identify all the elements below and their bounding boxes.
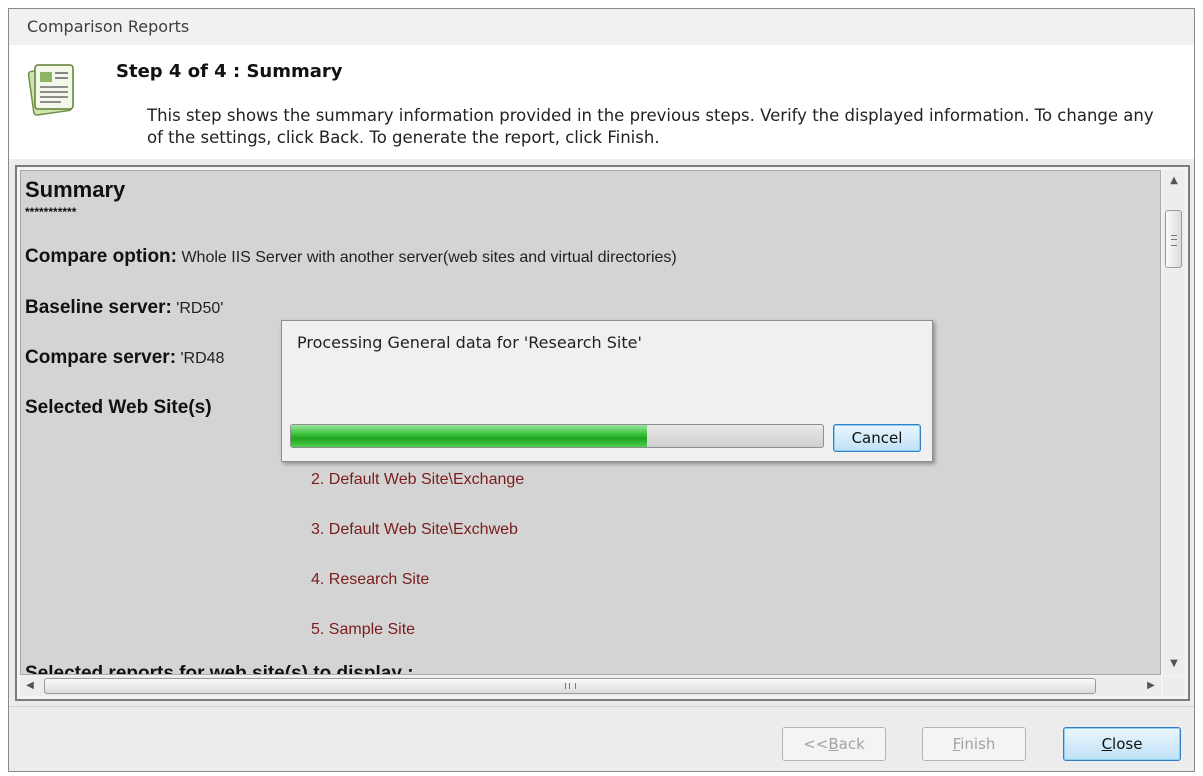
selected-reports-label: Selected reports for web site(s) to disp… — [25, 663, 414, 675]
compare-option-label: Compare option: — [25, 246, 177, 267]
baseline-server-label: Baseline server: — [25, 297, 172, 318]
progress-bar — [290, 424, 824, 448]
compare-option-row: Compare option: Whole IIS Server with an… — [25, 246, 677, 268]
close-button-accelerator: C — [1101, 735, 1113, 753]
site-list-item: 2. Default Web Site\Exchange — [311, 471, 525, 488]
report-document-icon — [27, 64, 74, 116]
step-title: Step 4 of 4 : Summary — [116, 61, 343, 82]
wizard-header: Step 4 of 4 : Summary This step shows th… — [9, 45, 1194, 159]
site-list-item: 5. Sample Site — [311, 621, 416, 638]
vertical-scroll-thumb[interactable] — [1165, 210, 1182, 268]
scrollbar-corner — [1163, 676, 1185, 696]
back-button-prefix: << — [803, 735, 829, 753]
scroll-up-arrow-icon[interactable]: ▲ — [1163, 170, 1185, 192]
scroll-left-arrow-icon[interactable]: ◀ — [20, 676, 40, 696]
summary-heading: Summary — [25, 177, 126, 202]
compare-server-label: Compare server: — [25, 347, 177, 368]
scroll-right-arrow-icon[interactable]: ▶ — [1141, 676, 1161, 696]
finish-button[interactable]: Finish — [922, 727, 1026, 761]
back-button[interactable]: <<Back — [782, 727, 886, 761]
close-button-label: lose — [1112, 735, 1143, 753]
site-list-item: 4. Research Site — [311, 571, 430, 588]
compare-server-value: 'RD48 — [180, 350, 225, 367]
baseline-server-row: Baseline server: 'RD50' — [25, 297, 223, 319]
selected-reports-row: Selected reports for web site(s) to disp… — [25, 663, 414, 675]
compare-server-row: Compare server: 'RD48 — [25, 347, 224, 369]
back-button-accelerator: B — [828, 735, 839, 753]
summary-underline: *********** — [25, 205, 77, 219]
horizontal-scrollbar[interactable]: ◀ ▶ — [20, 676, 1161, 696]
cancel-button[interactable]: Cancel — [833, 424, 921, 452]
footer-separator — [9, 706, 1194, 707]
window-title: Comparison Reports — [27, 17, 190, 36]
selected-sites-label: Selected Web Site(s) — [25, 397, 212, 418]
site-list-item: 3. Default Web Site\Exchweb — [311, 521, 518, 538]
step-description: This step shows the summary information … — [147, 106, 1154, 147]
back-button-label: ack — [838, 735, 865, 753]
close-button[interactable]: Close — [1063, 727, 1181, 761]
progress-dialog: Processing General data for 'Research Si… — [281, 320, 933, 462]
progress-message: Processing General data for 'Research Si… — [297, 333, 642, 352]
progress-bar-fill — [291, 425, 648, 447]
horizontal-scroll-thumb[interactable] — [44, 678, 1096, 694]
vertical-scrollbar[interactable]: ▲ ▼ — [1163, 170, 1185, 675]
finish-button-label: inish — [960, 735, 996, 753]
baseline-server-value: 'RD50' — [176, 300, 224, 317]
selected-sites-row: Selected Web Site(s) — [25, 397, 212, 419]
title-bar: Comparison Reports — [9, 9, 1194, 46]
compare-option-value: Whole IIS Server with another server(web… — [181, 249, 677, 266]
scroll-down-arrow-icon[interactable]: ▼ — [1163, 653, 1185, 675]
